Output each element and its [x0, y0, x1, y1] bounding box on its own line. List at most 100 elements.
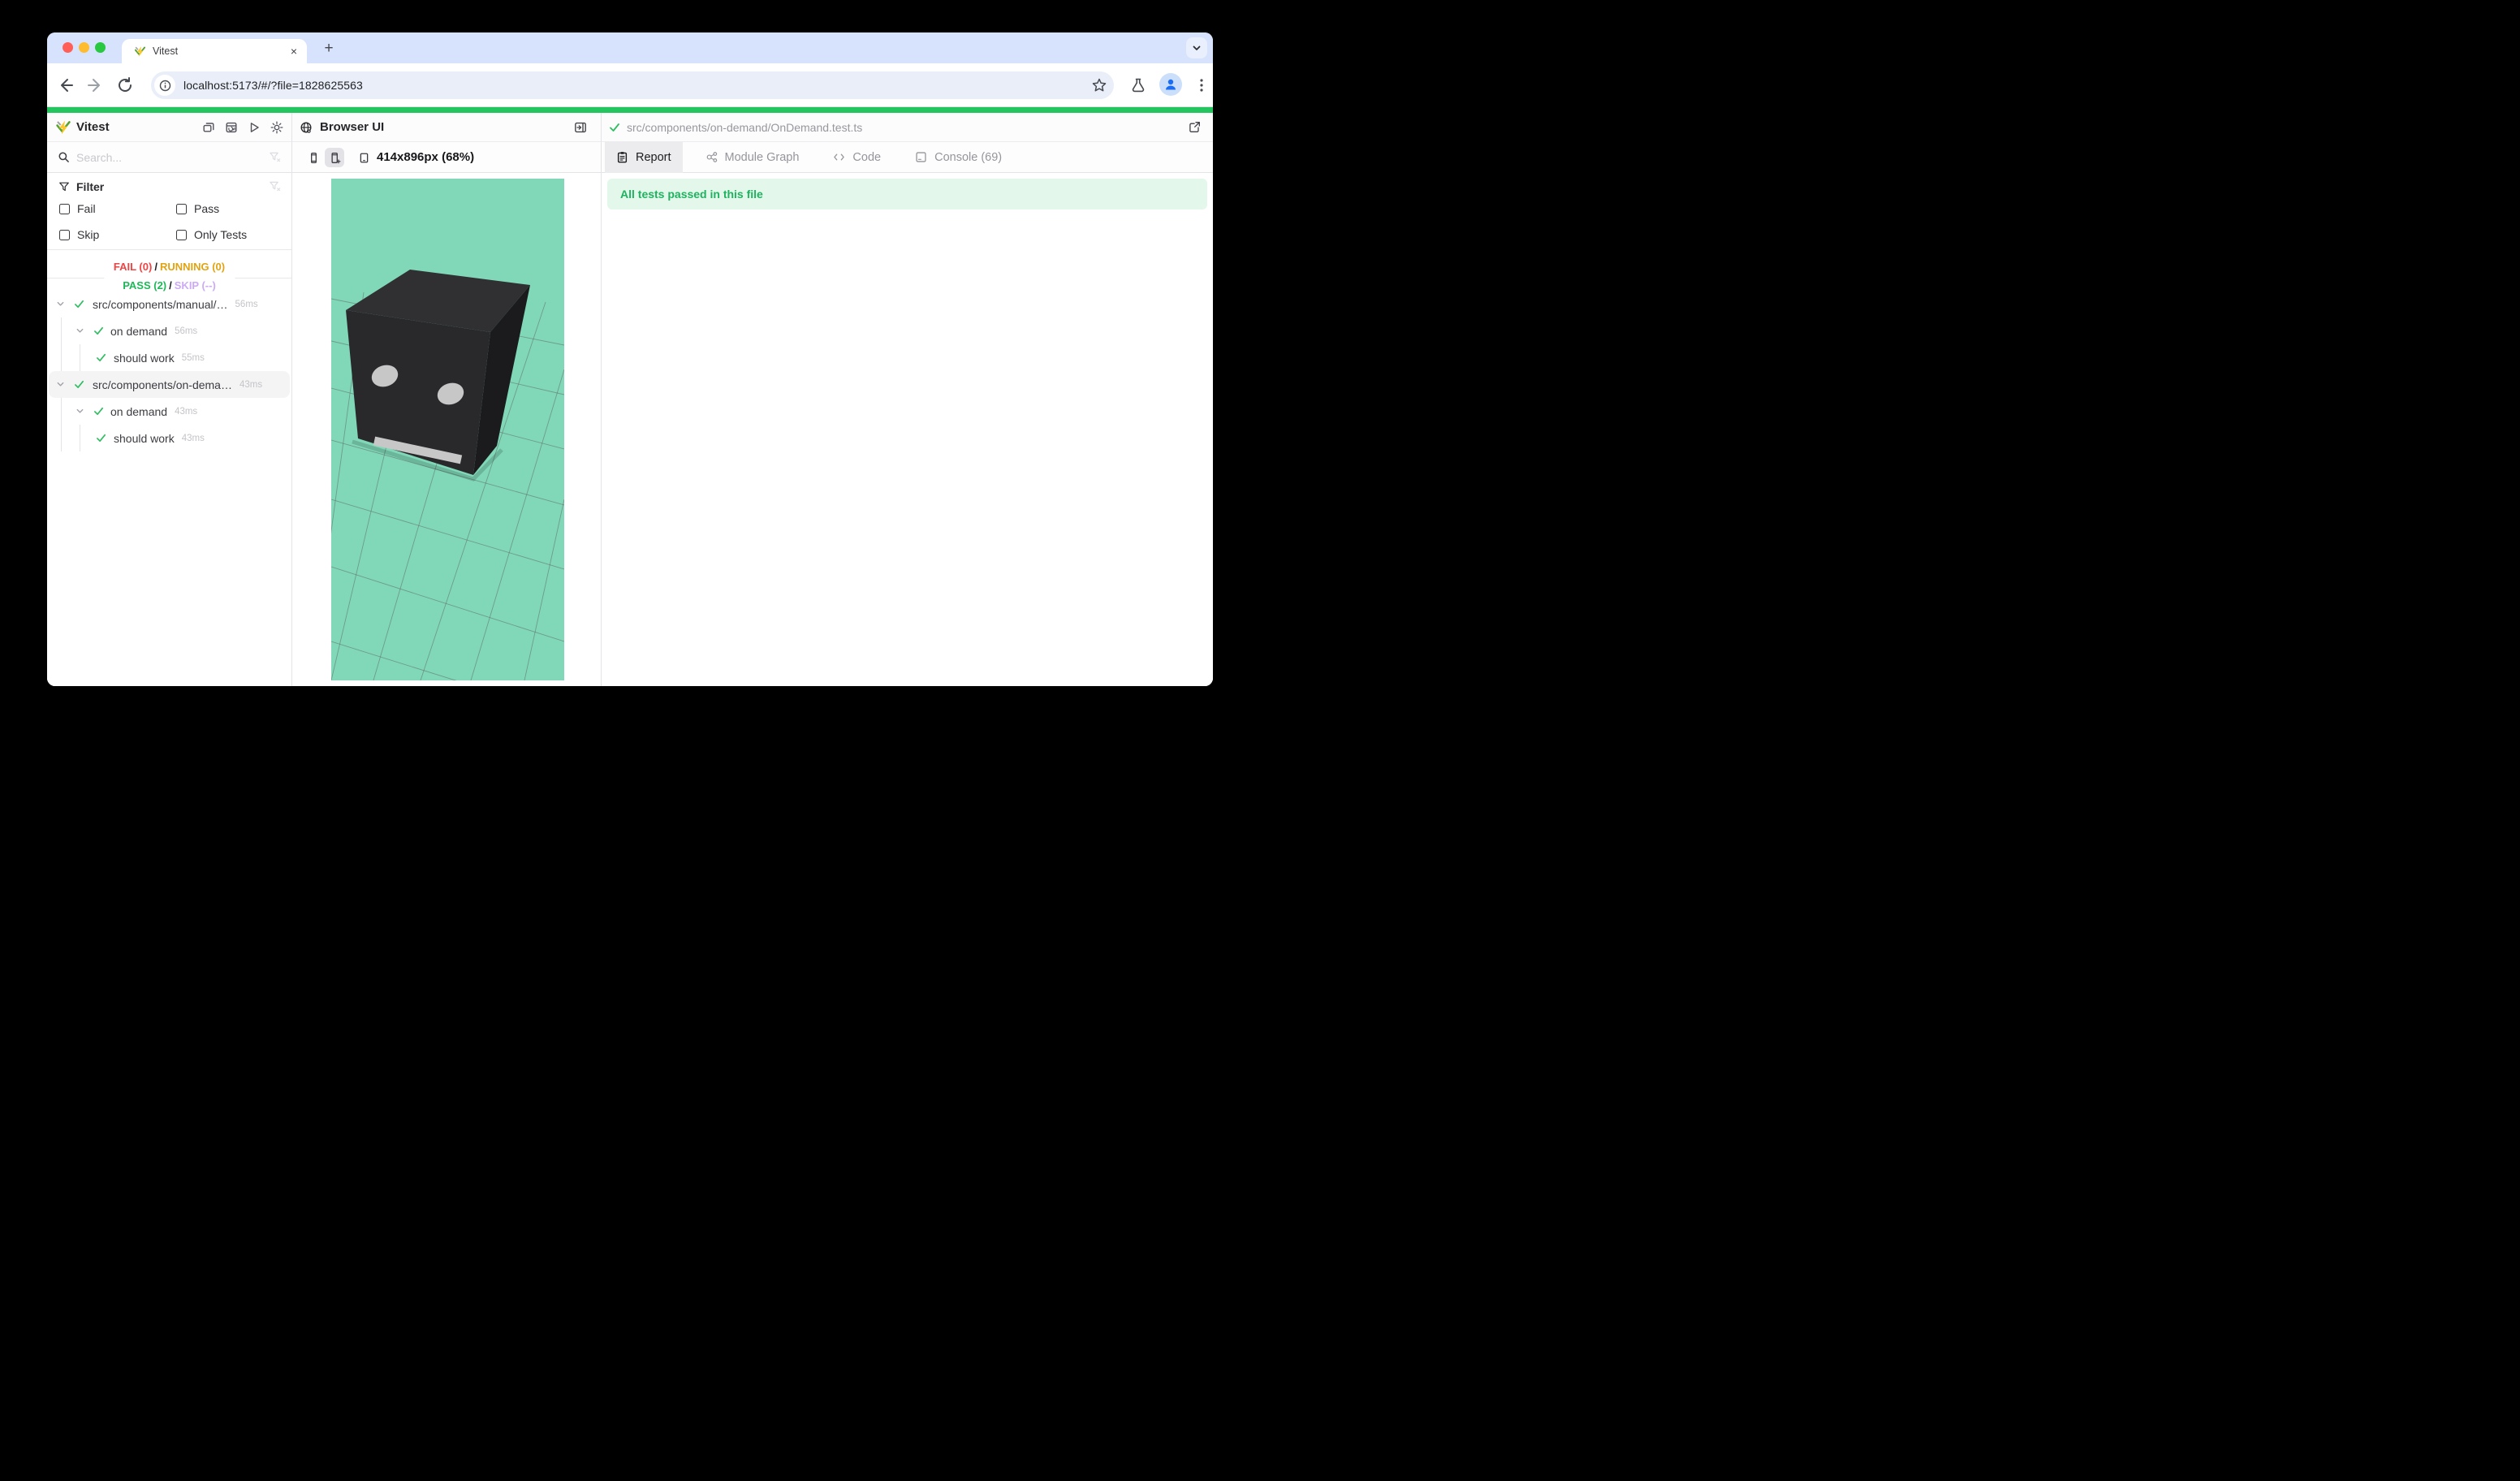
- chevron-down-icon[interactable]: [76, 407, 84, 416]
- results-panel: src/components/on-demand/OnDemand.test.t…: [602, 113, 1213, 686]
- close-window-button[interactable]: [63, 42, 73, 53]
- tab-label: Code: [852, 151, 881, 164]
- chevron-down-icon[interactable]: [76, 326, 84, 335]
- zoom-window-button[interactable]: [95, 42, 106, 53]
- tree-suite-row[interactable]: on demand 56ms: [49, 317, 290, 344]
- summary-running: RUNNING (0): [160, 261, 225, 273]
- pass-check-icon: [93, 326, 104, 336]
- site-info-icon[interactable]: [154, 75, 175, 96]
- filter-fail-checkbox[interactable]: Fail: [59, 202, 96, 215]
- clear-filter-icon[interactable]: [269, 180, 281, 192]
- url-text[interactable]: localhost:5173/#/?file=1828625563: [183, 79, 363, 92]
- menu-kebab-icon[interactable]: [1193, 77, 1210, 93]
- device-phone-add-button[interactable]: [325, 148, 344, 167]
- search-icon: [58, 151, 70, 163]
- results-content: All tests passed in this file: [602, 173, 1213, 686]
- filter-only-tests-checkbox[interactable]: Only Tests: [176, 228, 247, 241]
- tree-test-row[interactable]: should work43ms: [49, 425, 290, 451]
- new-tab-button[interactable]: +: [318, 38, 339, 59]
- tab-search-chevron-button[interactable]: [1186, 37, 1207, 58]
- theme-sun-icon[interactable]: [270, 121, 283, 134]
- indent-guide: [61, 317, 62, 344]
- clear-search-filter-icon[interactable]: [269, 151, 281, 163]
- filter-pass-checkbox[interactable]: Pass: [176, 202, 219, 215]
- preview-title: Browser UI: [320, 120, 384, 134]
- viewport-size-label: 414x896px (68%): [377, 142, 474, 173]
- tree-label: should work: [114, 352, 175, 365]
- vitest-favicon-icon: [134, 45, 146, 58]
- tree-suite-row[interactable]: on demand43ms: [49, 398, 290, 425]
- pass-check-icon: [74, 379, 84, 390]
- checkbox-icon[interactable]: [59, 204, 70, 214]
- filter-title: Filter: [76, 180, 104, 193]
- vitest-logo-icon: [55, 119, 71, 136]
- address-bar[interactable]: localhost:5173/#/?file=1828625563: [151, 71, 1114, 99]
- tree-file-row[interactable]: src/components/manual/…56ms: [49, 291, 290, 317]
- code-icon: [833, 151, 845, 163]
- minimize-window-button[interactable]: [79, 42, 89, 53]
- pass-check-icon: [74, 299, 84, 309]
- tree-label: should work: [114, 432, 175, 445]
- browser-window: Vitest × + localhost:5173/#/?file=182862…: [47, 32, 1213, 686]
- experiments-flask-icon[interactable]: [1130, 77, 1146, 93]
- tab-module-graph[interactable]: Module Graph: [694, 142, 811, 173]
- tree-duration: 56ms: [235, 300, 258, 309]
- back-icon[interactable]: [57, 76, 75, 94]
- tab-title: Vitest: [153, 45, 178, 57]
- bookmark-star-icon[interactable]: [1091, 77, 1107, 93]
- dashboard-icon[interactable]: [225, 121, 238, 134]
- sidebar-content: Filter Fail Pass Skip Only Tests FAIL (0…: [47, 173, 291, 686]
- pass-check-icon: [609, 122, 620, 133]
- sidebar: Vitest Filter: [47, 113, 292, 686]
- chevron-down-icon[interactable]: [56, 380, 65, 389]
- filter-funnel-icon: [58, 181, 70, 192]
- run-all-icon[interactable]: [248, 121, 261, 134]
- preview-panel: Browser UI 414x896px (68%): [292, 113, 602, 686]
- device-phone-button[interactable]: [304, 148, 323, 167]
- summary-fail: FAIL (0): [114, 261, 152, 273]
- tree-duration: 56ms: [175, 326, 197, 336]
- globe-icon: [300, 121, 313, 134]
- collapse-panels-icon[interactable]: [202, 121, 215, 134]
- tab-code[interactable]: Code: [822, 142, 892, 173]
- test-file-path: src/components/on-demand/OnDemand.test.t…: [627, 121, 862, 134]
- sidebar-header: Vitest: [47, 113, 291, 142]
- tab-close-icon[interactable]: ×: [291, 45, 297, 58]
- checkbox-icon[interactable]: [59, 230, 70, 240]
- tree-file-row-selected[interactable]: src/components/on-dema…43ms: [49, 371, 290, 398]
- checkbox-icon[interactable]: [176, 204, 187, 214]
- browser-tab[interactable]: Vitest ×: [122, 39, 307, 63]
- tab-label: Report: [636, 151, 671, 164]
- preview-content: [292, 173, 601, 686]
- report-clipboard-icon: [616, 151, 628, 163]
- profile-avatar[interactable]: [1159, 73, 1182, 96]
- reload-icon[interactable]: [116, 76, 134, 94]
- tree-duration: 43ms: [239, 380, 262, 390]
- checkbox-icon[interactable]: [176, 230, 187, 240]
- test-scene-canvas: [331, 179, 564, 680]
- open-external-icon[interactable]: [1189, 121, 1201, 133]
- search-input[interactable]: [76, 151, 239, 164]
- tree-label: on demand: [110, 325, 167, 338]
- tab-console[interactable]: Console (69): [904, 142, 1013, 173]
- brand-title: Vitest: [76, 120, 110, 134]
- preview-header: Browser UI: [292, 113, 601, 142]
- tree-test-row[interactable]: should work55ms: [49, 344, 290, 371]
- filter-skip-checkbox[interactable]: Skip: [59, 228, 99, 241]
- test-tree: src/components/manual/…56ms on demand 56m…: [47, 291, 291, 451]
- tab-strip: Vitest × +: [47, 32, 1213, 63]
- tab-label: Module Graph: [725, 151, 800, 164]
- panel-right-icon[interactable]: [574, 121, 587, 134]
- all-passed-banner: All tests passed in this file: [607, 179, 1207, 209]
- search-row: [47, 142, 291, 173]
- filter-only-tests-label: Only Tests: [194, 228, 247, 241]
- console-icon: [915, 151, 927, 163]
- forward-icon[interactable]: [86, 76, 104, 94]
- vitest-ui: Vitest Filter: [47, 113, 1213, 686]
- browser-toolbar: localhost:5173/#/?file=1828625563: [47, 63, 1213, 107]
- chevron-down-icon[interactable]: [56, 300, 65, 309]
- device-tablet-button[interactable]: [354, 148, 373, 167]
- filter-skip-label: Skip: [77, 228, 99, 241]
- module-graph-icon: [706, 151, 718, 163]
- tab-report[interactable]: Report: [605, 142, 683, 173]
